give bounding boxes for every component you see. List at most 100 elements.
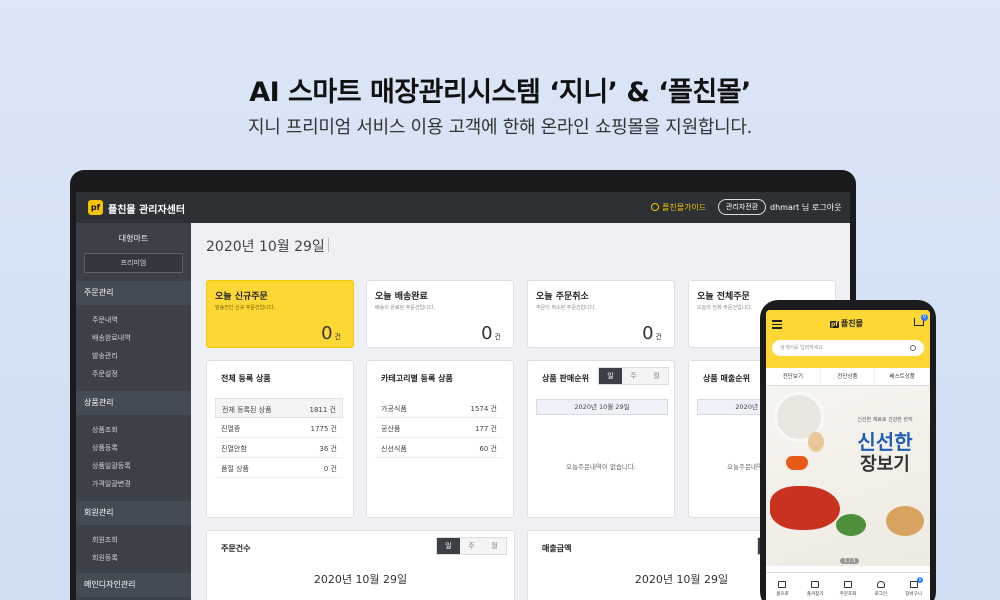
tab-flyer[interactable]: 전단보기	[766, 368, 821, 385]
sidebar-section-products[interactable]: 상품관리	[76, 391, 191, 415]
tab-month[interactable]: 월	[645, 368, 668, 384]
sidebar-item-shipping[interactable]: 발송관리	[92, 351, 118, 361]
sidebar-section-main-design[interactable]: 메인디자인관리	[76, 573, 191, 597]
panel-title: 주문건수	[221, 544, 251, 553]
table-row[interactable]: 공산품 177 건	[375, 418, 503, 438]
tab-week[interactable]: 주	[622, 368, 645, 384]
user-icon	[876, 581, 885, 588]
card-delivered[interactable]: 오늘 배송완료 배송이 완료된 주문건입니다. 0건	[366, 280, 514, 348]
plan-badge[interactable]: 프리미엄	[84, 253, 183, 273]
cart-badge: 0	[921, 314, 928, 321]
herb-image	[836, 514, 866, 536]
card-subtitle: 발송전인 신규 주문건입니다.	[215, 305, 275, 311]
nav-favorites[interactable]: 즐겨찾기	[799, 573, 832, 600]
panel-title: 카테고리별 등록 상품	[381, 374, 453, 383]
hamburger-menu-icon[interactable]	[772, 320, 782, 331]
table-row[interactable]: 진열중 1775 건	[215, 418, 343, 438]
table-row[interactable]: 전체 등록된 상품 1811 건	[215, 398, 343, 418]
pepper-image	[786, 456, 808, 470]
tab-best-products[interactable]: 베스트상품	[875, 368, 930, 385]
mobile-bottom-nav: 홈으로 즐겨찾기 주문조회 로그인 장바구니 0	[766, 572, 930, 600]
card-subtitle: 주문이 취소된 주문건입니다.	[536, 305, 596, 311]
panel-title: 전체 등록 상품	[221, 374, 271, 383]
nav-login[interactable]: 로그인	[864, 573, 897, 600]
headline: AI 스마트 매장관리시스템 ‘지니’ & ‘플친몰’	[249, 77, 751, 108]
cart-icon	[909, 581, 918, 588]
nav-home[interactable]: 홈으로	[766, 573, 799, 600]
banner-copy: 신선한 재료로 건강한 한끼	[857, 417, 913, 423]
sidebar-item-bulk-register[interactable]: 상품일괄등록	[92, 461, 131, 471]
nav-orders[interactable]: 주문조회	[832, 573, 865, 600]
banner-pager: 1 / 3	[840, 558, 860, 564]
empty-message: 오늘주문내역이 없습니다.	[566, 463, 636, 471]
mobile-screen: pf 플친몰 0 검색어를 입력하세요 전단보기 전단상품 베스트상품 신선한 재…	[766, 310, 930, 600]
sidebar-section-members[interactable]: 회원관리	[76, 501, 191, 525]
lobster-image	[770, 486, 840, 530]
cart-badge: 0	[917, 577, 924, 583]
admin-topbar: pf 플친몰 관리자센터 플친몰가이드 관리자전환 dhmart 님 로그아웃	[76, 192, 850, 223]
logout-link[interactable]: 로그아웃	[812, 202, 841, 213]
card-count: 0건	[642, 323, 662, 344]
user-name: dhmart 님	[770, 203, 810, 212]
panel-order-count: 주문건수 일 주 월 2020년 10월 29일	[206, 530, 515, 600]
panel-category-products: 카테고리별 등록 상품 가공식품 1574 건 공산품 177 건 신선식품 60 건	[366, 360, 514, 518]
admin-title: 플친몰 관리자센터	[108, 205, 186, 216]
card-icon	[843, 581, 852, 588]
card-title: 오늘 주문취소	[536, 292, 589, 302]
tab-day[interactable]: 일	[437, 538, 460, 554]
card-subtitle: 오늘의 전체 주문건입니다.	[697, 305, 753, 311]
admin-screen: pf 플친몰 관리자센터 플친몰가이드 관리자전환 dhmart 님 로그아웃 …	[76, 192, 850, 600]
panel-title: 매출금액	[542, 544, 572, 553]
guide-link[interactable]: 플친몰가이드	[651, 202, 706, 213]
sidebar-item-product-register[interactable]: 상품등록	[92, 443, 118, 453]
sidebar-item-member-search[interactable]: 회원조회	[92, 535, 118, 545]
home-icon	[778, 581, 787, 588]
sidebar-item-order-settings[interactable]: 주문설정	[92, 369, 118, 379]
card-count: 0건	[481, 323, 501, 344]
period-toggle: 일 주 월	[436, 537, 507, 555]
divider	[328, 238, 329, 252]
period-toggle: 일 주 월	[598, 367, 669, 385]
table-row[interactable]: 진열안함 36 건	[215, 438, 343, 458]
mobile-tabs: 전단보기 전단상품 베스트상품	[766, 368, 930, 386]
nav-cart[interactable]: 장바구니 0	[897, 573, 930, 600]
mobile-logo[interactable]: pf 플친몰	[830, 318, 863, 329]
mobile-header: pf 플친몰 0 검색어를 입력하세요	[766, 310, 930, 368]
panel-total-products: 전체 등록 상품 전체 등록된 상품 1811 건 진열중 1775 건 진열안함 3…	[206, 360, 354, 518]
logo-icon: pf	[88, 200, 103, 215]
search-icon	[651, 203, 659, 211]
card-title: 오늘 배송완료	[375, 292, 428, 302]
panel-title: 상품 매출순위	[703, 374, 750, 383]
date-filter[interactable]: 2020년 10월 29일	[536, 399, 668, 415]
store-name: 대형마트	[118, 234, 149, 243]
admin-switch-button[interactable]: 관리자전환	[718, 199, 767, 215]
card-title: 오늘 신규주문	[215, 292, 268, 302]
promo-banner[interactable]: 신선한 재료로 건강한 한끼 신선한 장보기 1 / 3	[766, 386, 930, 566]
card-title: 오늘 전체주문	[697, 292, 750, 302]
search-icon[interactable]	[910, 345, 916, 351]
card-new-orders[interactable]: 오늘 신규주문 발송전인 신규 주문건입니다. 0건	[206, 280, 354, 348]
phone-frame: pf 플친몰 0 검색어를 입력하세요 전단보기 전단상품 베스트상품 신선한 재…	[760, 300, 936, 600]
sidebar-item-product-search[interactable]: 상품조회	[92, 425, 118, 435]
table-row[interactable]: 신선식품 60 건	[375, 438, 503, 458]
table-row[interactable]: 품절 상품 0 건	[215, 458, 343, 478]
tab-week[interactable]: 주	[460, 538, 483, 554]
sidebar-item-order-history[interactable]: 주문내역	[92, 315, 118, 325]
sidebar-item-member-register[interactable]: 회원등록	[92, 553, 118, 563]
bread-image	[886, 506, 924, 536]
tab-month[interactable]: 월	[483, 538, 506, 554]
sidebar-item-bulk-price[interactable]: 가격일괄변경	[92, 479, 131, 489]
mobile-search-input[interactable]: 검색어를 입력하세요	[772, 340, 924, 356]
page-date: 2020년 10월 29일	[206, 239, 325, 255]
card-count: 0건	[321, 323, 341, 344]
panel-title: 상품 판매순위	[542, 374, 589, 383]
panel-sales-rank: 상품 판매순위 일 주 월 2020년 10월 29일 오늘주문내역이 없습니다…	[527, 360, 675, 518]
card-cancelled[interactable]: 오늘 주문취소 주문이 취소된 주문건입니다. 0건	[527, 280, 675, 348]
tab-day[interactable]: 일	[599, 368, 622, 384]
egg-image	[808, 432, 824, 452]
sidebar-item-delivered[interactable]: 배송완료내역	[92, 333, 131, 343]
sidebar: 대형마트 프리미엄 주문관리 주문내역 배송완료내역 발송관리 주문설정 상품관…	[76, 223, 191, 600]
tab-flyer-products[interactable]: 전단상품	[821, 368, 876, 385]
table-row[interactable]: 가공식품 1574 건	[375, 398, 503, 418]
sidebar-section-orders[interactable]: 주문관리	[76, 281, 191, 305]
